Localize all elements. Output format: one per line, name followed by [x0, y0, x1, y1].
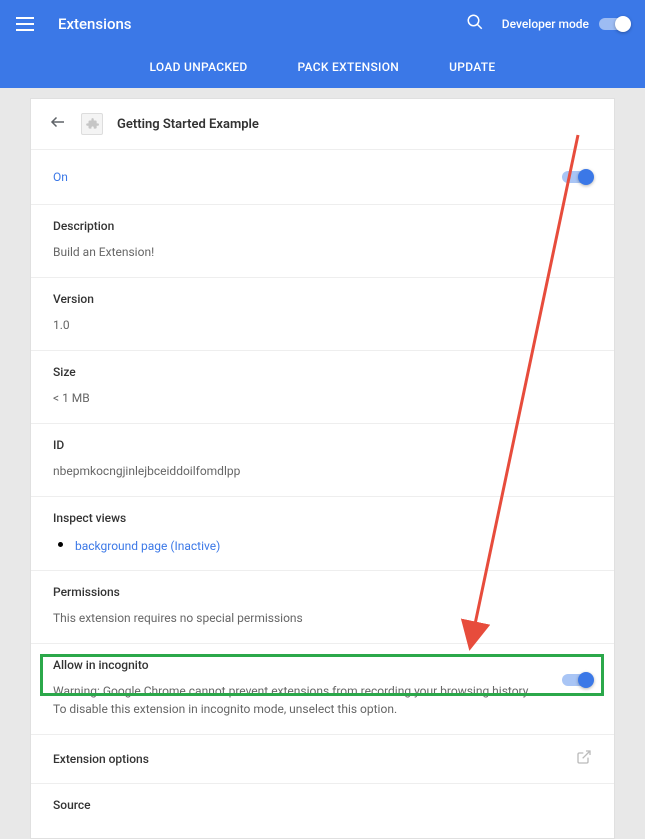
id-label: ID [53, 438, 592, 452]
extension-title: Getting Started Example [117, 117, 259, 132]
extension-icon [81, 113, 103, 135]
header-top: Extensions Developer mode [0, 0, 645, 48]
section-version: Version 1.0 [31, 278, 614, 351]
source-label: Source [53, 798, 592, 812]
open-external-icon [576, 749, 592, 769]
tab-load-unpacked[interactable]: LOAD UNPACKED [150, 60, 248, 74]
inspect-view-link[interactable]: background page (Inactive) [75, 539, 220, 553]
permissions-value: This extension requires no special permi… [53, 609, 592, 627]
size-label: Size [53, 365, 592, 379]
section-size: Size < 1 MB [31, 351, 614, 424]
extension-options-row[interactable]: Extension options [31, 735, 614, 784]
id-value: nbepmkocngjinlejbceiddoilfomdlpp [53, 462, 592, 480]
description-label: Description [53, 219, 592, 233]
description-value: Build an Extension! [53, 243, 592, 261]
developer-mode-label: Developer mode [502, 17, 589, 31]
search-icon[interactable] [466, 13, 484, 35]
section-inspect-views: Inspect views background page (Inactive) [31, 497, 614, 571]
version-label: Version [53, 292, 592, 306]
tab-update[interactable]: UPDATE [449, 60, 495, 74]
extension-detail-page: Getting Started Example On Description B… [30, 98, 615, 839]
section-description: Description Build an Extension! [31, 205, 614, 278]
incognito-toggle[interactable] [562, 674, 592, 686]
title-row: Getting Started Example [31, 99, 614, 150]
incognito-warning: Warning: Google Chrome cannot prevent ex… [53, 682, 542, 718]
header: Extensions Developer mode LOAD UNPACKED … [0, 0, 645, 88]
section-allow-incognito: Allow in incognito Warning: Google Chrom… [31, 644, 614, 735]
enable-row: On [31, 150, 614, 205]
extension-options-label: Extension options [53, 752, 149, 766]
section-permissions: Permissions This extension requires no s… [31, 571, 614, 644]
enable-label: On [53, 170, 68, 184]
menu-icon[interactable] [16, 12, 40, 36]
enable-toggle[interactable] [562, 171, 592, 183]
back-icon[interactable] [49, 113, 67, 135]
header-tabs: LOAD UNPACKED PACK EXTENSION UPDATE [0, 48, 645, 88]
section-source: Source [31, 784, 614, 838]
page-title: Extensions [58, 15, 466, 33]
size-value: < 1 MB [53, 389, 592, 407]
section-id: ID nbepmkocngjinlejbceiddoilfomdlpp [31, 424, 614, 497]
tab-pack-extension[interactable]: PACK EXTENSION [297, 60, 399, 74]
version-value: 1.0 [53, 316, 592, 334]
developer-mode-toggle[interactable] [599, 18, 629, 30]
incognito-label: Allow in incognito [53, 658, 542, 672]
inspect-views-label: Inspect views [53, 511, 592, 525]
permissions-label: Permissions [53, 585, 592, 599]
